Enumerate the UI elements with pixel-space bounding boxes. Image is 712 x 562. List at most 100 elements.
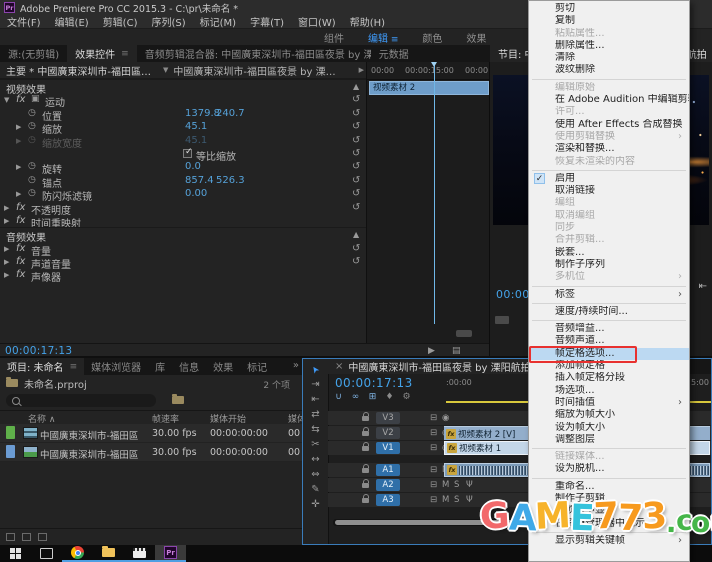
sync-lock-icon[interactable]: ⊟ [430,495,437,505]
stopwatch-icon[interactable]: ◷ [28,121,36,131]
menu-item-重命名[interactable]: 重命名... [529,481,689,493]
reset-parameter-icon[interactable]: ↺ [352,148,360,159]
workspace-menu-icon[interactable]: ≡ [388,35,399,45]
menubar-item[interactable]: 文件(F) [7,14,41,29]
tab-效果控件[interactable]: 效果控件 ≡ [67,45,137,62]
menu-item-时间插值[interactable]: 时间插值 › [529,397,689,409]
pen-tool-icon[interactable]: ✎ [303,482,328,497]
ripple-edit-tool-icon[interactable]: ⇤ [303,392,328,407]
menu-item-在 Adobe Audition 中编辑剪辑[interactable]: 在 Adobe Audition 中编辑剪辑 [529,94,689,106]
workspace-tab-颜色[interactable]: 颜色 [422,30,442,45]
effect-row-锚点[interactable]: ◷ 锚点 857.4 526.3 ↺ [0,174,366,190]
menu-item-场选项[interactable]: 场选项... [529,385,689,397]
reset-parameter-icon[interactable]: ↺ [352,161,360,172]
panel-menu-icon[interactable]: ≡ [121,49,129,59]
tab-项目: 未命名[interactable]: 项目: 未命名 ≡ [0,358,85,375]
taskbar-chrome-icon[interactable] [62,545,93,562]
twirl-icon[interactable]: ▶ [4,245,9,253]
menu-item-调整图层[interactable]: 调整图层 [529,434,689,446]
menu-item-删除属性[interactable]: 删除属性... [529,40,689,52]
panel-splitter-icon[interactable]: ▶ [359,66,364,74]
effect-row-视频效果[interactable]: 视频效果 ▲ [0,79,366,96]
param-value[interactable]: 1379.8 [185,108,220,119]
project-item-row[interactable]: 中國廣東深圳市-福田區 30.00 fps 00:00:00:00 00 [0,424,302,443]
toggle-track-output-icon[interactable]: ⊟ [430,428,437,438]
solo-icon[interactable]: S [454,480,459,490]
tab-sequence[interactable]: × 中國廣東深圳市-福田區夜景 by 溧阳航拍 ≡ [328,359,552,374]
track-target-badge-V2[interactable]: V2 [376,427,400,439]
twirl-icon[interactable]: ▶ [4,217,9,225]
close-icon[interactable]: × [335,361,343,372]
scrollbar-thumb[interactable] [335,520,545,525]
track-target-badge-A1[interactable]: A1 [376,464,400,476]
tab-信息[interactable]: 信息 [172,358,206,375]
effect-row-不透明度[interactable]: ▶ fx 不透明度 ↺ [0,201,366,217]
lock-icon[interactable] [362,442,369,451]
twirl-icon[interactable]: ▶ [4,258,9,266]
mini-timeline-clip[interactable]: 视频素材 2 [369,81,489,95]
tab-源[interactable]: 源:(无剪辑) [0,45,67,62]
tab-库[interactable]: 库 [148,358,172,375]
stopwatch-icon[interactable]: ◷ [28,161,36,171]
workspace-tab-组件[interactable]: 组件 [324,30,344,45]
tab-音频剪辑混合器[interactable]: 音频剪辑混合器: 中國廣東深圳市-福田區夜景 by 溧阳航拍 [137,45,371,62]
twirl-icon[interactable]: ▶ [16,163,21,171]
param-value[interactable]: 45.1 [185,121,207,132]
slip-tool-icon[interactable]: ↔ [303,452,328,467]
menu-item-制作子剪辑[interactable]: 制作子剪辑... [529,493,689,505]
taskbar-task-view-icon[interactable] [31,545,62,562]
collapse-icon[interactable]: ▲ [353,82,359,91]
sequence-clip-label[interactable]: 中國廣東深圳市-福田區夜景 by 溧阳航拍 ... [173,63,341,78]
reset-parameter-icon[interactable]: ↺ [352,108,360,119]
taskbar-media-app-icon[interactable] [124,545,155,562]
menubar-item[interactable]: 字幕(T) [250,14,284,29]
param-value[interactable]: 526.3 [216,175,245,186]
param-value[interactable]: 0.0 [185,161,201,172]
lock-icon[interactable] [362,479,369,488]
breadcrumb[interactable]: 未命名.prproj [24,376,87,391]
reset-parameter-icon[interactable]: ↺ [352,202,360,213]
menu-item-剪切[interactable]: 剪切 [529,3,689,15]
effect-row-防闪烁滤镜[interactable]: ▶ ◷ 防闪烁滤镜 0.00 ↺ [0,187,366,203]
menu-item-启用[interactable]: 启用 ✓ [529,173,689,185]
menu-item-设为帧大小[interactable]: 设为帧大小 [529,422,689,434]
item-name[interactable]: 中國廣東深圳市-福田區 [40,447,138,461]
menu-item-在项目中显示[interactable]: 在项目中显示 [529,505,689,517]
menu-item-渲染和替换[interactable]: 渲染和替换... [529,143,689,155]
twirl-icon[interactable]: ▼ [4,96,9,104]
menu-item-清除[interactable]: 清除 [529,52,689,64]
reset-parameter-icon[interactable]: ↺ [352,175,360,186]
menu-item-速度/持续时间[interactable]: 速度/持续时间... [529,306,689,318]
effect-row-声像器[interactable]: ▶ fx 声像器 [0,268,366,284]
mini-timeline-ruler[interactable]: 00:00 00:00:15:00 00:00 [367,62,489,80]
add-marker-icon[interactable]: ⊞ [367,391,378,402]
panel-menu-icon[interactable]: ≡ [70,362,78,372]
solo-icon[interactable]: S [454,495,459,505]
reset-parameter-icon[interactable]: ↺ [352,256,360,267]
reset-parameter-icon[interactable]: ↺ [352,135,360,146]
toggle-track-output-icon[interactable]: ⊟ [430,413,437,423]
mute-icon[interactable]: M [442,495,449,505]
rolling-edit-tool-icon[interactable]: ⇄ [303,407,328,422]
search-input[interactable] [6,394,156,407]
menubar-item[interactable]: 序列(S) [151,14,185,29]
track-target-badge-V3[interactable]: V3 [376,412,400,424]
menu-item-音频增益[interactable]: 音频增益... [529,323,689,335]
twirl-icon[interactable]: ▶ [16,123,21,131]
param-value[interactable]: 45.1 [185,135,207,146]
new-bin-folder-icon[interactable] [172,394,184,404]
zoom-slider-icon[interactable] [38,533,47,541]
menu-item-复制[interactable]: 复制 [529,15,689,27]
sync-lock-icon[interactable]: ⊟ [430,480,437,490]
rate-stretch-tool-icon[interactable]: ⇆ [303,422,328,437]
track-select-forward-tool-icon[interactable]: ⇥ [303,377,328,392]
master-clip-label[interactable]: 主要 * 中國廣東深圳市-福田區夜景 by 溧阳航拍 [6,63,158,78]
hand-tool-icon[interactable]: ✛ [303,497,328,512]
reset-parameter-icon[interactable]: ↺ [352,94,360,105]
lock-icon[interactable] [362,464,369,473]
taskbar-file-explorer-icon[interactable] [93,545,124,562]
track-target-badge-V1[interactable]: V1 [376,442,400,454]
menu-item-插入帧定格分段[interactable]: 插入帧定格分段 [529,372,689,384]
lock-icon[interactable] [362,427,369,436]
item-name[interactable]: 中國廣東深圳市-福田區 [40,428,138,442]
